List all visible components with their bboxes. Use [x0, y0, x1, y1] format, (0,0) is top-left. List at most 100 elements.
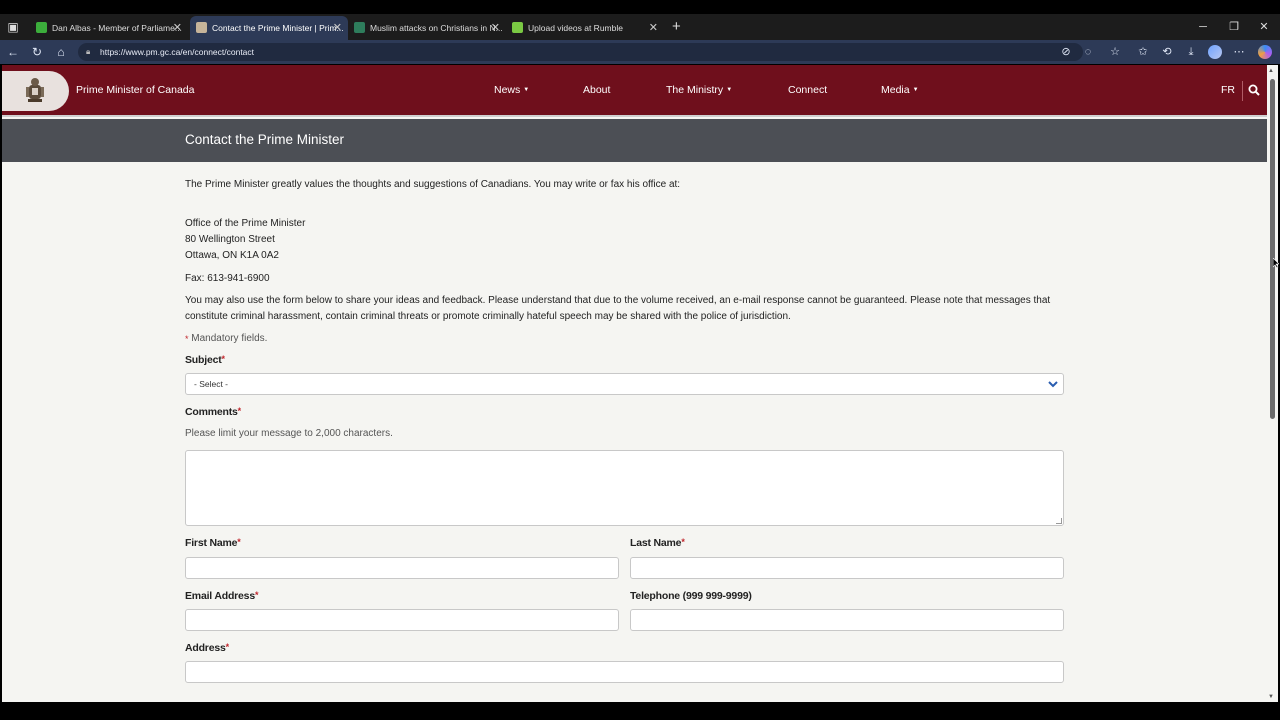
coat-of-arms-icon — [26, 78, 44, 102]
fax-text: Fax: 613-941-6900 — [185, 273, 270, 284]
last-name-field[interactable] — [630, 557, 1064, 579]
refresh-icon[interactable]: ↻ — [28, 44, 46, 60]
tab-favicon-icon — [196, 22, 207, 33]
page-scrollbar[interactable]: ▲ ▼ — [1267, 65, 1278, 702]
close-tab-icon[interactable]: ✕ — [491, 16, 500, 40]
language-toggle[interactable]: FR — [1221, 84, 1235, 96]
close-window-button[interactable]: ✕ — [1249, 16, 1279, 38]
minimize-button[interactable]: ─ — [1188, 16, 1218, 38]
intro-text: The Prime Minister greatly values the th… — [185, 179, 681, 190]
browser-tab[interactable]: Contact the Prime Minister | Prim... ✕ — [190, 16, 348, 40]
browser-tab[interactable]: Muslim attacks on Christians in N... ✕ — [348, 16, 506, 40]
tab-title: Contact the Prime Minister | Prim... — [212, 23, 344, 33]
history-icon[interactable]: ⟲ — [1159, 44, 1175, 60]
more-menu-icon[interactable]: ⋯ — [1231, 44, 1247, 60]
browser-tab[interactable]: Dan Albas - Member of Parliame... ✕ — [30, 16, 188, 40]
resize-handle[interactable] — [1056, 518, 1062, 524]
caret-down-icon: ▼ — [726, 87, 733, 94]
nav-connect[interactable]: Connect — [788, 84, 827, 96]
address-label: Address* — [185, 642, 229, 654]
mandatory-note-text: Mandatory fields. — [188, 333, 268, 344]
site-header: Prime Minister of Canada News ▼ About The… — [2, 65, 1267, 117]
page-title: Contact the Prime Minister — [185, 132, 345, 147]
subject-label: Subject* — [185, 354, 225, 366]
header-divider — [1242, 81, 1243, 101]
nav-the-ministry[interactable]: The Ministry ▼ — [666, 84, 732, 96]
reader-icon[interactable]: ◌ — [1080, 44, 1096, 60]
nav-media[interactable]: Media ▼ — [881, 84, 919, 96]
url-field[interactable]: 🔒︎ https://www.pm.gc.ca/en/connect/conta… — [78, 43, 1083, 61]
page-viewport: Prime Minister of Canada News ▼ About The… — [2, 65, 1267, 702]
email-label-text: Email Address — [185, 590, 255, 602]
caret-down-icon: ▼ — [912, 87, 919, 94]
required-marker: * — [237, 537, 241, 547]
first-name-field[interactable] — [185, 557, 619, 579]
comments-label-text: Comments — [185, 406, 238, 418]
favorites-icon[interactable]: ✩ — [1135, 44, 1151, 60]
downloads-icon[interactable]: ⤓ — [1183, 44, 1199, 60]
lock-icon: 🔒︎ — [86, 47, 91, 56]
site-title[interactable]: Prime Minister of Canada — [76, 84, 194, 96]
required-marker: * — [681, 537, 685, 547]
subject-label-text: Subject — [185, 354, 222, 366]
close-tab-icon[interactable]: ✕ — [333, 16, 342, 40]
close-tab-icon[interactable]: ✕ — [173, 16, 182, 40]
telephone-field[interactable] — [630, 609, 1064, 631]
close-tab-icon[interactable]: ✕ — [649, 16, 658, 40]
address-field[interactable] — [185, 661, 1064, 683]
home-icon[interactable]: ⌂ — [52, 44, 70, 60]
email-field[interactable] — [185, 609, 619, 631]
tracking-prevention-icon[interactable]: ⊘ — [1058, 44, 1074, 60]
window-menu-icon[interactable]: ▣ — [6, 20, 20, 34]
telephone-label: Telephone (999 999-9999) — [630, 590, 752, 602]
browser-tab[interactable]: Upload videos at Rumble ✕ — [506, 16, 664, 40]
subject-select[interactable]: - Select - — [185, 373, 1064, 395]
first-name-label-text: First Name — [185, 537, 238, 549]
tab-favicon-icon — [36, 22, 47, 33]
required-marker: * — [221, 354, 226, 364]
favorite-star-icon[interactable]: ☆ — [1107, 44, 1123, 60]
nav-about[interactable]: About — [583, 84, 610, 96]
required-marker: * — [254, 590, 259, 600]
mandatory-note: * Mandatory fields. — [185, 331, 1065, 347]
tab-favicon-icon — [512, 22, 523, 33]
tab-title: Dan Albas - Member of Parliame... — [52, 23, 182, 33]
search-icon[interactable] — [1248, 84, 1260, 96]
scroll-up-arrow-icon[interactable]: ▲ — [1268, 68, 1274, 74]
tab-favicon-icon — [354, 22, 365, 33]
nav-media-label: Media — [881, 84, 910, 96]
tab-strip: ▣ Dan Albas - Member of Parliame... ✕ Cont… — [0, 14, 1280, 40]
required-marker: * — [225, 642, 230, 652]
address-line-1: Office of the Prime Minister — [185, 218, 306, 229]
mouse-cursor-icon — [1273, 258, 1279, 268]
back-icon[interactable]: ← — [4, 44, 22, 60]
subject-select-value: - Select - — [194, 379, 229, 389]
copilot-icon[interactable] — [1258, 45, 1272, 59]
nav-ministry-label: The Ministry — [666, 84, 724, 96]
notice-text: You may also use the form below to share… — [185, 295, 1051, 322]
scrollbar-thumb[interactable] — [1270, 79, 1275, 419]
scroll-down-arrow-icon[interactable]: ▼ — [1268, 694, 1274, 700]
profile-avatar[interactable] — [1208, 45, 1222, 59]
restore-button[interactable]: ❐ — [1219, 16, 1249, 38]
nav-about-label: About — [583, 84, 611, 96]
logo-container[interactable] — [2, 71, 69, 111]
last-name-label-text: Last Name — [630, 537, 682, 549]
chevron-down-icon — [1048, 381, 1058, 388]
last-name-label: Last Name* — [630, 537, 685, 549]
url-text: https://www.pm.gc.ca/en/connect/contact — [100, 47, 255, 57]
new-tab-button[interactable]: + — [672, 16, 681, 38]
address-bar-row: ← ↻ ⌂ 🔒︎ https://www.pm.gc.ca/en/connect… — [0, 40, 1280, 64]
comments-label: Comments* — [185, 406, 241, 418]
required-marker: * — [237, 406, 242, 416]
nav-news[interactable]: News ▼ — [494, 84, 529, 96]
nav-news-label: News — [494, 84, 521, 96]
tab-title: Muslim attacks on Christians in N... — [370, 23, 503, 33]
caret-down-icon: ▼ — [523, 87, 530, 94]
page-banner: Contact the Prime Minister — [2, 119, 1267, 162]
comments-textarea[interactable] — [185, 450, 1064, 526]
address-label-text: Address — [185, 642, 226, 654]
address-line-3: Ottawa, ON K1A 0A2 — [185, 250, 279, 261]
first-name-label: First Name* — [185, 537, 241, 549]
browser-window: ▣ Dan Albas - Member of Parliame... ✕ Cont… — [0, 0, 1280, 720]
